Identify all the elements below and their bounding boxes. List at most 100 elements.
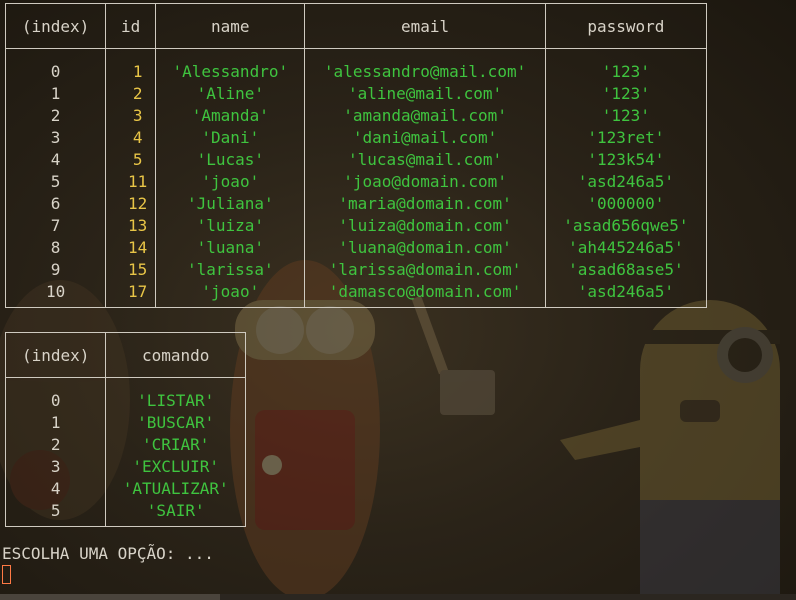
row-email: 'damasco@domain.com' [304,281,546,308]
row-name: 'Juliana' [155,193,306,215]
row-email: 'aline@mail.com' [304,83,546,105]
row-index: 8 [4,237,107,259]
row-id: 1 [105,48,157,83]
row-email: 'larissa@domain.com' [304,259,546,281]
row-index: 2 [4,434,107,456]
row-comando: 'BUSCAR' [105,412,246,434]
table-row: 4 5 'Lucas' 'lucas@mail.com' '123k54' [4,149,708,171]
row-comando: 'CRIAR' [105,434,246,456]
users-table: (index) id name email password 0 1 'Ales… [4,3,708,308]
table-row: 8 14 'luana' 'luana@domain.com' 'ah44524… [4,237,708,259]
scrollbar-thumb[interactable] [0,594,220,600]
table-row: 6 12 'Juliana' 'maria@domain.com' '00000… [4,193,708,215]
row-name: 'luana' [155,237,306,259]
row-index: 6 [4,193,107,215]
row-name: 'Dani' [155,127,306,149]
row-id: 14 [105,237,157,259]
table-row: 1 2 'Aline' 'aline@mail.com' '123' [4,83,708,105]
table-row: 0 1 'Alessandro' 'alessandro@mail.com' '… [4,48,708,83]
table-row: 0 'LISTAR' [4,377,246,412]
table-row: 2 'CRIAR' [4,434,246,456]
table-row: 10 17 'joao' 'damasco@domain.com' 'asd24… [4,281,708,308]
table-row: 5 11 'joao' 'joao@domain.com' 'asd246a5' [4,171,708,193]
row-name: 'joao' [155,171,306,193]
row-comando: 'LISTAR' [105,377,246,412]
table-row: 1 'BUSCAR' [4,412,246,434]
table-row: 3 'EXCLUIR' [4,456,246,478]
row-comando: 'EXCLUIR' [105,456,246,478]
row-email: 'lucas@mail.com' [304,149,546,171]
row-index: 7 [4,215,107,237]
row-email: 'luana@domain.com' [304,237,546,259]
row-password: 'asd246a5' [544,171,708,193]
row-index: 1 [4,412,107,434]
row-name: 'Aline' [155,83,306,105]
row-id: 15 [105,259,157,281]
column-header-comando: comando [105,332,246,378]
row-id: 12 [105,193,157,215]
row-index: 0 [4,48,107,83]
users-table-header: (index) id name email password [4,3,708,49]
row-name: 'joao' [155,281,306,308]
row-name: 'luiza' [155,215,306,237]
row-email: 'joao@domain.com' [304,171,546,193]
row-password: '123ret' [544,127,708,149]
row-index: 9 [4,259,107,281]
row-comando: 'SAIR' [105,500,246,527]
column-header-index: (index) [4,3,107,49]
row-email: 'dani@mail.com' [304,127,546,149]
table-row: 9 15 'larissa' 'larissa@domain.com' 'asa… [4,259,708,281]
prompt-text: ESCOLHA UMA OPÇÃO: ... [2,544,214,563]
row-index: 4 [4,478,107,500]
row-index: 4 [4,149,107,171]
row-comando: 'ATUALIZAR' [105,478,246,500]
terminal-output: (index) id name email password 0 1 'Ales… [0,0,796,600]
row-index: 3 [4,127,107,149]
row-password: '123' [544,48,708,83]
row-name: 'Lucas' [155,149,306,171]
row-index: 2 [4,105,107,127]
row-email: 'maria@domain.com' [304,193,546,215]
column-header-index: (index) [4,332,107,378]
row-index: 3 [4,456,107,478]
row-index: 5 [4,500,107,527]
horizontal-scrollbar[interactable] [0,594,796,600]
row-id: 5 [105,149,157,171]
row-email: 'luiza@domain.com' [304,215,546,237]
commands-table: (index) comando 0 'LISTAR' 1 'BUSCAR' 2 … [4,332,246,527]
row-name: 'Amanda' [155,105,306,127]
row-id: 17 [105,281,157,308]
column-header-name: name [155,3,306,49]
row-password: '123' [544,83,708,105]
row-index: 5 [4,171,107,193]
row-index: 1 [4,83,107,105]
table-row: 2 3 'Amanda' 'amanda@mail.com' '123' [4,105,708,127]
row-password: '123k54' [544,149,708,171]
row-id: 2 [105,83,157,105]
column-header-password: password [544,3,708,49]
table-row: 3 4 'Dani' 'dani@mail.com' '123ret' [4,127,708,149]
row-password: 'ah445246a5' [544,237,708,259]
table-row: 7 13 'luiza' 'luiza@domain.com' 'asad656… [4,215,708,237]
row-id: 3 [105,105,157,127]
row-name: 'larissa' [155,259,306,281]
row-password: '000000' [544,193,708,215]
row-password: '123' [544,105,708,127]
row-name: 'Alessandro' [155,48,306,83]
terminal-cursor[interactable] [2,565,11,584]
row-email: 'alessandro@mail.com' [304,48,546,83]
row-email: 'amanda@mail.com' [304,105,546,127]
row-password: 'asd246a5' [544,281,708,308]
table-row: 5 'SAIR' [4,500,246,527]
row-id: 4 [105,127,157,149]
row-id: 13 [105,215,157,237]
row-index: 0 [4,377,107,412]
column-header-id: id [105,3,157,49]
row-index: 10 [4,281,107,308]
table-row: 4 'ATUALIZAR' [4,478,246,500]
row-password: 'asad68ase5' [544,259,708,281]
row-id: 11 [105,171,157,193]
commands-table-header: (index) comando [4,332,246,378]
row-password: 'asad656qwe5' [544,215,708,237]
column-header-email: email [304,3,546,49]
